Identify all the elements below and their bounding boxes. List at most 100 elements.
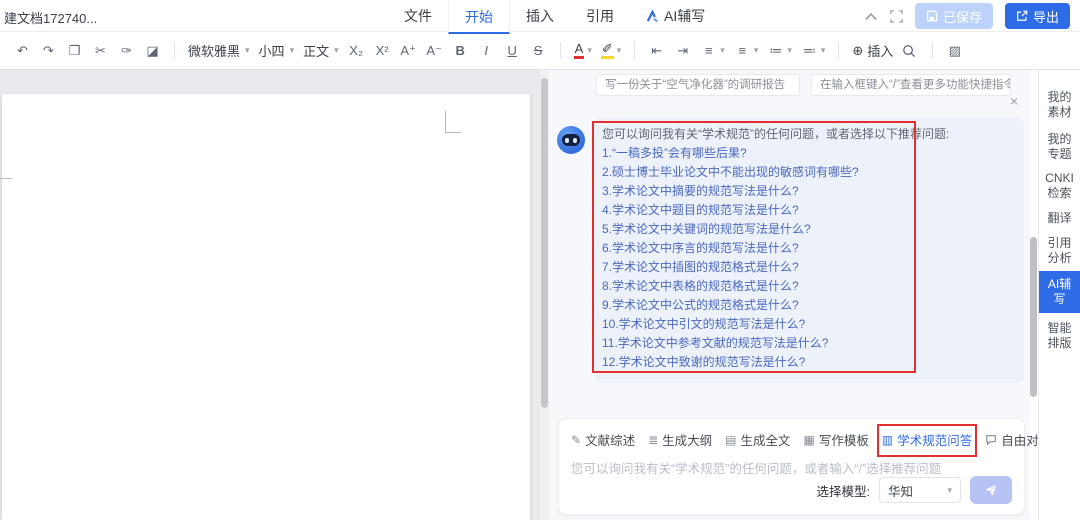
tab-generate-fulltext[interactable]: ▤ 生成全文 xyxy=(725,430,790,449)
superscript-button[interactable]: X² xyxy=(374,44,391,57)
document-icon: ▤ xyxy=(725,432,737,447)
collapse-toolbar-icon[interactable] xyxy=(864,12,878,21)
save-icon xyxy=(926,10,938,22)
document-canvas-area xyxy=(0,70,540,520)
search-icon[interactable] xyxy=(902,44,919,58)
chat-bubble-icon xyxy=(985,434,997,446)
fullscreen-icon[interactable] xyxy=(890,9,903,23)
numbered-list-button[interactable]: ≕ ▾ xyxy=(801,44,826,57)
paper-plane-icon xyxy=(984,483,998,497)
chevron-down-icon: ▾ xyxy=(787,45,792,55)
sidebar-item-translate[interactable]: 翻译 xyxy=(1039,211,1080,226)
document-scrollbar[interactable] xyxy=(540,70,549,520)
model-select-label: 选择模型: xyxy=(816,484,870,499)
export-icon xyxy=(1016,10,1028,22)
shading-icon[interactable]: ▨ xyxy=(946,44,963,57)
line-spacing-button[interactable]: ≡ ▾ xyxy=(734,44,759,57)
toolbar-divider xyxy=(932,42,934,59)
insert-button[interactable]: ⊕ 插入 xyxy=(852,41,893,60)
document-page[interactable] xyxy=(2,94,530,520)
cut-icon[interactable]: ✂ xyxy=(92,44,109,57)
toolbar-divider xyxy=(838,42,840,59)
clear-format-icon[interactable]: ◪ xyxy=(144,44,161,57)
suggested-question[interactable]: 8.学术论文中表格的规范格式是什么? xyxy=(602,277,914,296)
send-button[interactable] xyxy=(970,476,1012,504)
suggested-question[interactable]: 4.学术论文中题目的规范写法是什么? xyxy=(602,201,914,220)
format-painter-icon[interactable]: ✑ xyxy=(118,44,135,57)
indent-icon[interactable]: ⇥ xyxy=(674,44,691,57)
menu-item-ai-writing[interactable]: AI辅写 xyxy=(630,0,721,33)
bullet-list-button[interactable]: ≔ ▾ xyxy=(767,44,792,57)
suggested-question[interactable]: 3.学术论文中摘要的规范写法是什么? xyxy=(602,182,914,201)
menu-item-insert[interactable]: 插入 xyxy=(510,0,570,33)
toolbar-divider xyxy=(174,42,175,59)
font-family-select[interactable]: 微软雅黑 ▾ xyxy=(188,41,250,60)
increase-font-button[interactable]: A⁺ xyxy=(400,44,417,57)
menu-item-reference[interactable]: 引用 xyxy=(570,0,630,33)
sidebar-item-citation-analysis[interactable]: 引用分析 xyxy=(1039,236,1080,266)
suggested-question[interactable]: 1.“一稿多投”会有哪些后果? xyxy=(602,144,914,163)
tab-academic-norms-qa[interactable]: ▥ 学术规范问答 xyxy=(876,424,978,457)
chat-scrollbar-thumb[interactable] xyxy=(1030,237,1037,397)
plus-circle-icon: ⊕ xyxy=(852,42,864,58)
suggested-question[interactable]: 10.学术论文中引文的规范写法是什么? xyxy=(602,315,914,334)
undo-icon[interactable]: ↶ xyxy=(14,44,31,57)
page-margin-left-mark xyxy=(0,178,12,179)
suggestion-chip[interactable]: 在输入框键入“/”查看更多功能快捷指令 xyxy=(811,74,1011,96)
highlighter-icon: ✐ xyxy=(600,41,614,60)
tab-generate-outline[interactable]: ≣ 生成大纲 xyxy=(648,430,712,449)
chevron-down-icon: ▾ xyxy=(587,44,592,55)
redo-icon[interactable]: ↷ xyxy=(40,44,57,57)
template-grid-icon: ▦ xyxy=(803,432,815,447)
suggested-question[interactable]: 7.学术论文中插图的规范格式是什么? xyxy=(602,258,914,277)
sidebar-item-my-materials[interactable]: 我的素材 xyxy=(1039,90,1080,120)
document-scrollbar-thumb[interactable] xyxy=(541,78,548,408)
header-actions: 已保存 导出 xyxy=(864,3,1070,29)
font-color-button[interactable]: A ▾ xyxy=(573,41,592,60)
saved-button[interactable]: 已保存 xyxy=(914,3,993,29)
bold-button[interactable]: B xyxy=(452,44,469,57)
font-size-select[interactable]: 小四 ▾ xyxy=(259,41,295,60)
export-button[interactable]: 导出 xyxy=(1004,3,1070,29)
suggested-question[interactable]: 9.学术论文中公式的规范格式是什么? xyxy=(602,296,914,315)
align-button[interactable]: ≡ ▾ xyxy=(700,44,725,57)
chevron-down-icon: ▾ xyxy=(753,45,759,55)
sidebar-item-cnki-search[interactable]: CNKI检索 xyxy=(1039,171,1080,201)
line-spacing-icon: ≡ xyxy=(738,43,747,58)
suggestion-chip[interactable]: 写一份关于“空气净化器”的调研报告 xyxy=(596,74,800,96)
toolbar-divider xyxy=(559,42,561,59)
suggested-question[interactable]: 11.学术论文中参考文献的规范写法是什么? xyxy=(602,334,914,353)
message-intro: 您可以询问我有关“学术规范”的任何问题，或者选择以下推荐问题: xyxy=(602,127,950,141)
sidebar-item-my-topics[interactable]: 我的专题 xyxy=(1039,132,1080,162)
chevron-down-icon: ▾ xyxy=(720,45,725,55)
copy-icon[interactable]: ❐ xyxy=(66,44,83,57)
book-icon: ▥ xyxy=(881,432,894,447)
composer-tabs: ✎ 文献综述 ≣ 生成大纲 ▤ 生成全文 ▦ 写作模板 ▥ 学术规范问答 自由对… xyxy=(559,419,1051,457)
tab-literature-review[interactable]: ✎ 文献综述 xyxy=(571,430,635,449)
menu-item-file[interactable]: 文件 xyxy=(388,0,448,33)
model-select[interactable]: 华知 ▾ xyxy=(879,477,961,503)
close-icon[interactable]: × xyxy=(1010,94,1018,108)
paragraph-style-select[interactable]: 正文 ▾ xyxy=(303,41,339,60)
underline-button[interactable]: U xyxy=(504,44,521,57)
italic-button[interactable]: I xyxy=(478,44,495,57)
strikethrough-button[interactable]: S xyxy=(530,44,547,57)
highlight-color-button[interactable]: ✐ ▾ xyxy=(600,41,621,60)
subscript-button[interactable]: X₂ xyxy=(348,44,365,57)
suggested-question[interactable]: 5.学术论文中关键词的规范写法是什么? xyxy=(602,220,914,239)
suggested-question[interactable]: 2.硕士博士毕业论文中不能出现的敏感词有哪些? xyxy=(602,163,914,182)
suggested-question[interactable]: 6.学术论文中序言的规范写法是什么? xyxy=(602,239,914,258)
menu-item-home[interactable]: 开始 xyxy=(448,0,510,34)
composer-card: ✎ 文献综述 ≣ 生成大纲 ▤ 生成全文 ▦ 写作模板 ▥ 学术规范问答 自由对… xyxy=(558,418,1051,515)
tab-writing-template[interactable]: ▦ 写作模板 xyxy=(804,430,869,449)
decrease-font-button[interactable]: A⁻ xyxy=(426,44,443,57)
sidebar-item-ai-writing[interactable]: AI辅写 xyxy=(1039,271,1080,313)
chevron-down-icon: ▾ xyxy=(947,484,952,495)
suggested-question[interactable]: 12.学术论文中致谢的规范写法是什么? xyxy=(602,353,914,372)
outdent-icon[interactable]: ⇤ xyxy=(648,44,665,57)
chevron-down-icon: ▾ xyxy=(820,45,826,55)
composer-placeholder[interactable]: 您可以询问我有关“学术规范”的任何问题，或者输入“/”选择推荐问题 xyxy=(571,458,1012,477)
sidebar-item-smart-layout[interactable]: 智能排版 xyxy=(1039,321,1080,351)
menu-bar: 文件 开始 插入 引用 AI辅写 xyxy=(388,0,721,34)
assistant-avatar xyxy=(557,126,585,154)
